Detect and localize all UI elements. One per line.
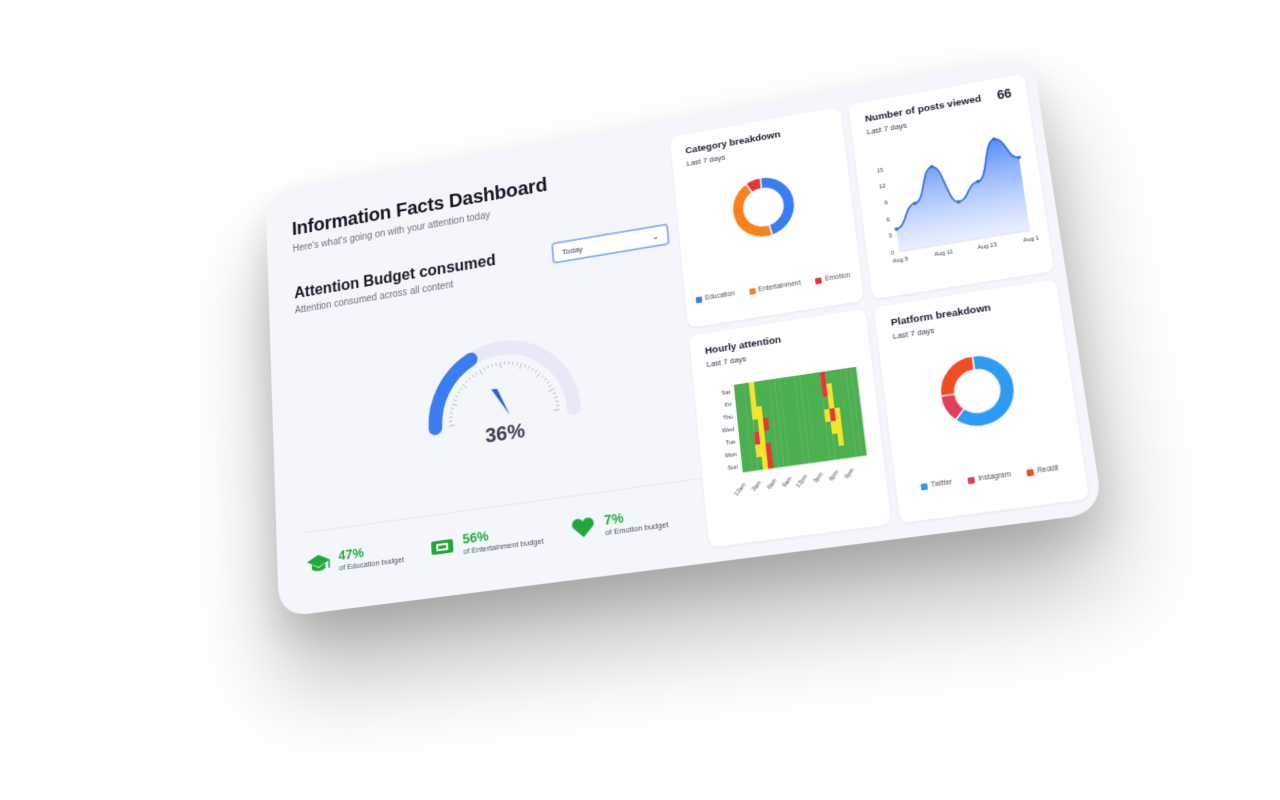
y-tick-label: 3 xyxy=(888,234,892,240)
stat-entertainment: 56% of Entertainment budget xyxy=(428,521,544,561)
gauge-tick xyxy=(548,389,554,392)
row-label: Sun xyxy=(727,464,738,472)
x-tick-label: 12am xyxy=(734,482,748,498)
gauge-tick xyxy=(513,362,514,365)
gauge-tick xyxy=(469,377,471,380)
hourly-heatmap: Sat Fri Thu Wed Tue Mon Sun 12am 3am 6am 9am 12pm 3p… xyxy=(721,366,867,498)
gauge-tick xyxy=(463,384,467,389)
gauge-tick xyxy=(519,363,522,369)
legend-item: Entertainment xyxy=(748,280,801,295)
x-tick-label: 6pm xyxy=(828,469,841,482)
gauge-needle xyxy=(491,386,510,418)
period-select[interactable]: Today ⌄ xyxy=(551,223,670,265)
gauge-tick xyxy=(544,378,547,380)
attention-gauge: 36% xyxy=(411,310,597,466)
gauge-tick xyxy=(458,391,460,393)
platform-donut xyxy=(894,332,1063,450)
category-legend: Education Entertainment Emotion xyxy=(685,270,861,305)
x-tick-label: 9pm xyxy=(844,467,857,480)
left-panel: Information Facts Dashboard Here's what'… xyxy=(265,122,703,618)
category-card: Category breakdown Last 7 days Education… xyxy=(669,106,865,328)
x-tick-label: 3pm xyxy=(813,471,825,484)
gauge-tick xyxy=(524,364,526,367)
dashboard-window: Information Facts Dashboard Here's what'… xyxy=(265,54,1104,618)
stat-emotion: 7% of Emotion budget xyxy=(569,504,669,542)
gauge-tick xyxy=(466,381,468,384)
row-label: Wed xyxy=(722,427,734,435)
row-label: Fri xyxy=(725,402,732,409)
gauge-tick xyxy=(556,405,559,406)
legend-item: Education xyxy=(695,290,735,303)
ticket-icon xyxy=(430,538,454,556)
row-label: Thu xyxy=(723,414,734,422)
gauge-tick xyxy=(554,410,560,411)
gauge-tick xyxy=(536,372,541,377)
gauge-fill xyxy=(432,360,475,428)
y-tick-label: 0 xyxy=(890,250,894,256)
x-tick-label: Aug 9 xyxy=(892,256,908,264)
y-tick-label: 9 xyxy=(884,200,888,206)
gauge-tick xyxy=(484,367,485,370)
platform-card: Platform breakdown Last 7 days Twitter I… xyxy=(873,279,1090,524)
stat-education: 47% of Education budget xyxy=(306,539,404,576)
row-label: Sat xyxy=(721,390,731,397)
gauge-tick xyxy=(547,381,550,383)
legend-item: Instagram xyxy=(967,471,1011,484)
gauge-tick xyxy=(535,370,537,373)
row-label: Mon xyxy=(725,452,737,460)
graduation-cap-icon xyxy=(306,553,332,572)
platform-legend: Twitter Instagram Reddit xyxy=(896,461,1085,494)
gauge-tick xyxy=(476,372,477,375)
gauge-tick xyxy=(450,412,453,413)
legend-item: Twitter xyxy=(920,479,953,491)
x-tick-label: Aug 11 xyxy=(934,249,953,258)
gauge-tick xyxy=(554,397,557,398)
heart-icon xyxy=(571,516,595,539)
gauge-tick xyxy=(508,362,509,365)
x-tick-label: 3am xyxy=(751,480,763,493)
gauge-tick xyxy=(472,375,474,378)
legend-item: Reddit xyxy=(1026,465,1059,477)
gauge-tick xyxy=(449,425,455,426)
x-tick-label: 9am xyxy=(782,475,794,488)
legend-item: Emotion xyxy=(815,272,851,285)
period-select-value: Today xyxy=(561,243,584,257)
category-donut xyxy=(688,156,841,259)
gauge-tick xyxy=(555,401,558,402)
gauge-tick xyxy=(480,369,483,375)
y-tick-label: 15 xyxy=(877,167,884,174)
hourly-card: Hourly attention Last 7 days Sat Fri Thu We… xyxy=(688,308,892,548)
gauge-tick xyxy=(488,366,489,369)
chevron-down-icon: ⌄ xyxy=(651,231,660,242)
row-label: Tue xyxy=(725,439,735,447)
x-tick-label: Aug 13 xyxy=(977,242,997,251)
donut-slice-reddit xyxy=(936,356,977,396)
y-tick-label: 12 xyxy=(879,184,886,191)
y-tick-label: 6 xyxy=(886,217,890,223)
posts-card: Number of posts viewed Last 7 days 66 03… xyxy=(848,73,1055,300)
gauge-tick xyxy=(528,366,530,369)
gauge-tick xyxy=(541,375,543,377)
gauge-tick xyxy=(449,417,452,418)
gauge-tick xyxy=(455,395,458,397)
gauge-tick xyxy=(449,421,452,422)
x-tick-label: 12pm xyxy=(795,473,810,489)
x-tick-label: 6am xyxy=(766,478,778,491)
posts-area-chart: 0 3 6 9 12 15 Aug 9 Aug 11 Aug 13 Aug 1 xyxy=(877,118,1040,265)
x-tick-label: Aug 1 xyxy=(1023,235,1040,244)
gauge-tick xyxy=(549,385,552,387)
gauge-tick xyxy=(532,368,534,371)
gauge-tick xyxy=(452,403,458,406)
gauge-tick xyxy=(553,393,556,394)
gauge-tick xyxy=(460,388,462,390)
gauge-tick xyxy=(492,364,493,367)
gauge-tick xyxy=(454,399,457,401)
budget-stats: 47% of Education budget 56% of Entertain… xyxy=(306,504,669,577)
gauge-tick xyxy=(517,362,518,365)
gauge-tick xyxy=(451,408,454,409)
posts-total: 66 xyxy=(996,86,1013,103)
